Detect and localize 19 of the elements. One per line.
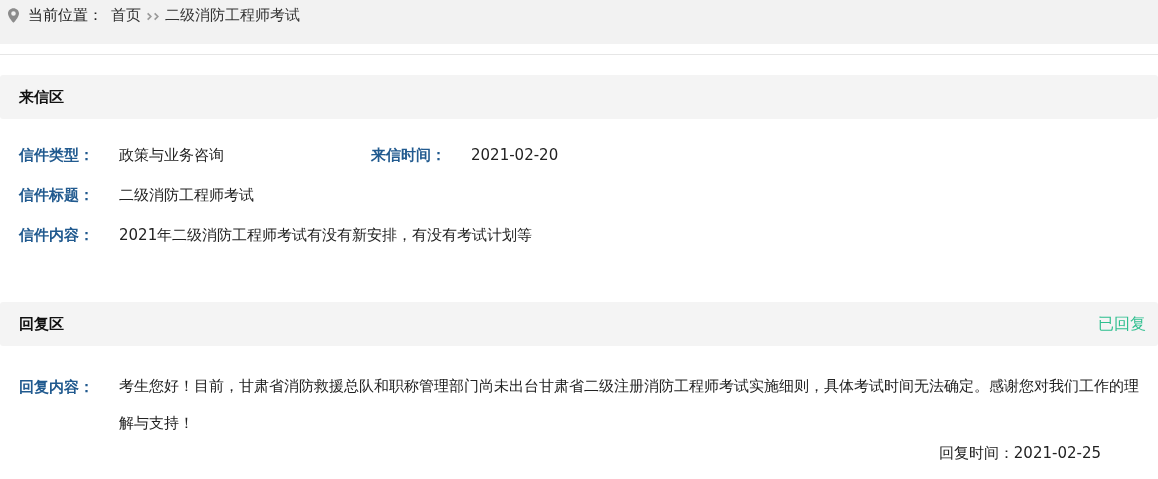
field-label: 信件标题： xyxy=(19,186,95,205)
reply-text: 考生您好！目前，甘肃省消防救援总队和职称管理部门尚未出台甘肃省二级注册消防工程师考试实施细则，具体考试时间无法确定。感谢您对我们工作的理解与支持！ xyxy=(119,376,1140,434)
field-label: 来信时间： xyxy=(371,146,447,165)
section-title: 来信区 xyxy=(19,87,64,107)
breadcrumb-link[interactable]: 二级消防工程师考试 xyxy=(165,5,300,25)
field-label: 信件内容： xyxy=(19,226,95,245)
field-label: 回复内容： xyxy=(19,378,95,398)
field-value: 2021-02-20 xyxy=(471,146,559,164)
field-value: 2021年二级消防工程师考试有没有新安排，有没有考试计划等 xyxy=(119,226,533,245)
field-label: 信件类型： xyxy=(19,146,95,165)
field-value: 政策与业务咨询 xyxy=(119,146,225,165)
breadcrumb-label: 当前位置： xyxy=(28,5,103,25)
field-value: 二级消防工程师考试 xyxy=(119,186,254,205)
breadcrumb-link[interactable]: 首页 xyxy=(111,5,141,25)
chevrons-icon xyxy=(147,12,161,21)
section-title: 回复区 xyxy=(19,314,64,334)
location-pin-icon xyxy=(8,8,19,23)
reply-time: 回复时间：2021-02-25 xyxy=(938,444,1101,463)
status-text: 已回复 xyxy=(1098,313,1146,335)
